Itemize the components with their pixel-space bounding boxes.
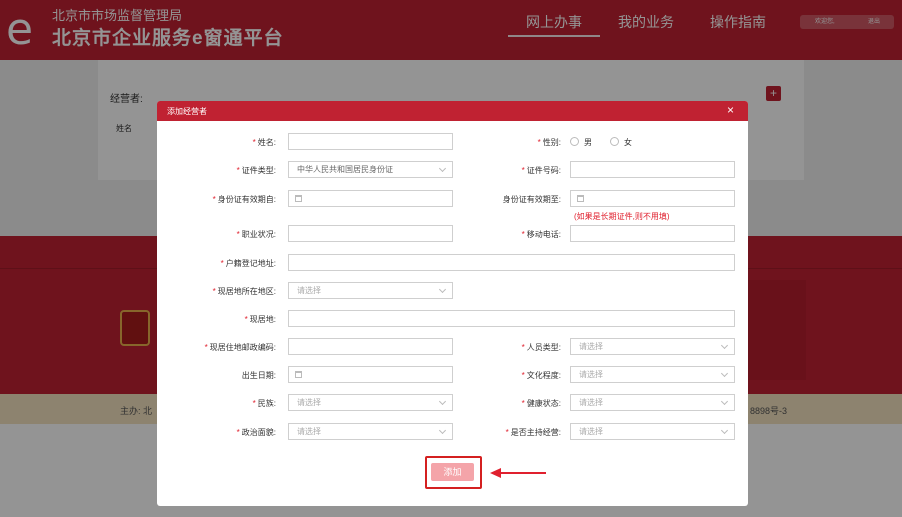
id-type-label: * 证件类型: [236,166,276,175]
add-submit-button[interactable]: 添加 [431,463,474,481]
is-host-select[interactable]: 请选择 [570,423,735,440]
gender-female-radio[interactable] [610,137,619,146]
calendar-icon [577,195,584,202]
name-input[interactable] [288,133,453,150]
chevron-down-icon [438,285,447,294]
ethnicity-select[interactable]: 请选择 [288,394,453,411]
id-number-input[interactable] [570,161,735,178]
education-select[interactable]: 请选择 [570,366,735,383]
political-label: * 政治面貌: [236,428,276,437]
mobile-label: * 移动电话: [521,230,561,239]
calendar-icon [295,195,302,202]
pointer-arrow-line [500,472,546,474]
education-label: * 文化程度: [521,371,561,380]
health-label: * 健康状态: [521,399,561,408]
birth-date-input[interactable] [288,366,453,383]
dialog-title: 添加经营者 [167,107,207,116]
dialog-header: 添加经营者 × [157,101,748,121]
occupation-input[interactable] [288,225,453,242]
person-type-label: * 人员类型: [521,343,561,352]
person-type-select[interactable]: 请选择 [570,338,735,355]
residence-region-label: * 现居地所在地区: [212,287,276,296]
postal-code-label: * 现居住地邮政编码: [204,343,276,352]
is-host-label: * 是否主持经营: [505,428,561,437]
residence-input[interactable] [288,310,735,327]
household-address-label: * 户籍登记地址: [220,259,276,268]
chevron-down-icon [438,397,447,406]
gender-male-label: 男 [584,138,592,147]
birth-date-label: 出生日期: [241,371,276,380]
id-valid-to-label: 身份证有效期至: [502,195,561,204]
occupation-label: * 职业状况: [236,230,276,239]
close-icon[interactable]: × [727,103,734,117]
id-valid-to-date[interactable] [570,190,735,207]
gender-female-label: 女 [624,138,632,147]
postal-code-input[interactable] [288,338,453,355]
id-type-select[interactable]: 中华人民共和国居民身份证 [288,161,453,178]
health-select[interactable]: 请选择 [570,394,735,411]
id-number-label: * 证件号码: [521,166,561,175]
chevron-down-icon [720,397,729,406]
residence-region-select[interactable]: 请选择 [288,282,453,299]
id-valid-note: (如果是长期证件,则不用填) [574,212,670,221]
chevron-down-icon [438,164,447,173]
mobile-input[interactable] [570,225,735,242]
chevron-down-icon [720,369,729,378]
political-select[interactable]: 请选择 [288,423,453,440]
gender-label: * 性别: [537,138,561,147]
id-valid-from-date[interactable] [288,190,453,207]
chevron-down-icon [438,426,447,435]
ethnicity-label: * 民族: [252,399,276,408]
chevron-down-icon [720,341,729,350]
gender-male-radio[interactable] [570,137,579,146]
household-address-input[interactable] [288,254,735,271]
residence-label: * 现居地: [244,315,276,324]
name-label: * 姓名: [252,138,276,147]
chevron-down-icon [720,426,729,435]
calendar-icon [295,371,302,378]
id-valid-from-label: * 身份证有效期自: [212,195,276,204]
